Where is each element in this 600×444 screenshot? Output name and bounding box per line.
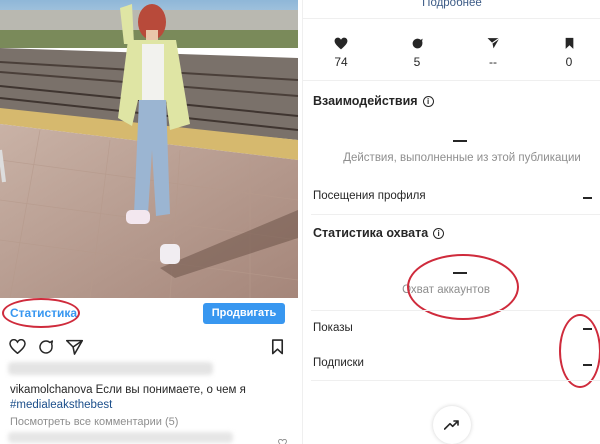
comment-like-icon[interactable] [278,434,287,444]
info-icon[interactable]: i [422,96,434,107]
heart-icon [334,37,348,49]
bookmark-outline-icon[interactable] [271,339,284,360]
info-icon[interactable]: i [433,228,445,239]
divider [311,214,600,215]
metric-comments: 5 [387,36,447,69]
screenshot-root: Статистика Продвигать vikamolchanova Есл… [0,0,600,444]
comment-icon [412,38,423,48]
promote-button[interactable]: Продвигать [203,303,285,324]
post-actions-row [0,336,298,358]
interactions-title-text: Взаимодействия [313,94,418,108]
post-photo-illustration [0,0,298,298]
post-caption: vikamolchanova Если вы понимаете, о чем … [10,383,290,413]
metric-likes-value: 74 [334,55,348,69]
statistics-link[interactable]: Статистика [10,306,77,320]
metric-shares-value: -- [489,55,497,69]
comment-blurred [8,432,233,443]
annotation-circle-values [559,314,600,388]
post-photo[interactable] [0,0,298,298]
post-panel: Статистика Продвигать vikamolchanova Есл… [0,0,298,444]
comment-icon[interactable] [38,339,54,360]
caption-username[interactable]: vikamolchanova [10,384,92,396]
reach-title: Статистика охвата i [313,226,445,240]
bookmark-icon [565,37,573,49]
impressions-label: Показы [313,322,353,334]
interactions-title: Взаимодействия i [313,94,434,108]
profile-visits-label: Посещения профиля [313,190,426,202]
interactions-value-dash [453,140,467,142]
divider [303,18,600,19]
follows-label: Подписки [313,357,364,369]
divider [311,380,600,381]
insights-panel: Подробнее 74 5 -- 0 Взаимодействия i Дейс… [302,0,600,444]
metric-saves: 0 [539,36,599,69]
divider [303,80,600,81]
trending-button[interactable] [433,406,471,444]
likes-blurred [8,362,213,375]
reach-value-dash [453,272,467,274]
follows-value-dash [583,364,592,366]
send-icon [487,37,500,49]
metric-shares: -- [463,36,523,69]
caption-hashtag[interactable]: #medialeaksthebest [10,399,112,411]
view-comments-link[interactable]: Посмотреть все комментарии (5) [10,416,178,428]
more-details-link[interactable]: Подробнее [303,0,600,9]
interactions-caption: Действия, выполненные из этой публикации [343,152,581,164]
caption-text: Если вы понимаете, о чем я [95,384,246,396]
metric-comments-value: 5 [413,55,421,69]
metric-saves-value: 0 [565,55,573,69]
share-icon[interactable] [65,339,84,360]
reach-title-text: Статистика охвата [313,226,429,240]
reach-caption: Охват аккаунтов [402,284,490,296]
impressions-value-dash [583,328,592,330]
trending-up-icon [444,420,459,430]
heart-outline-icon[interactable] [9,338,26,359]
divider [311,310,600,311]
profile-visits-value-dash [583,197,592,199]
metric-likes: 74 [311,36,371,69]
